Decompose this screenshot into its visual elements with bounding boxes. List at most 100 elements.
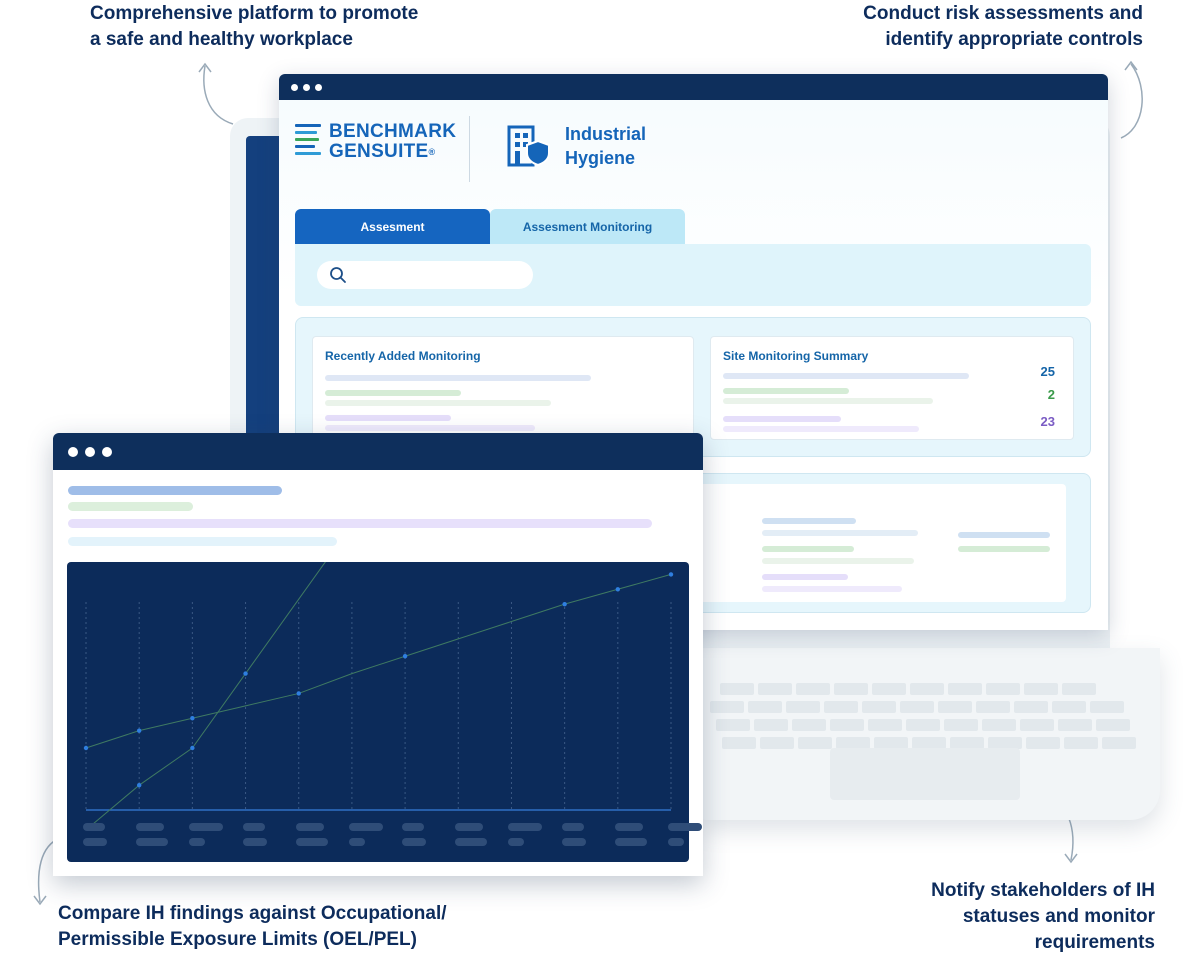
exposure-chart	[67, 524, 702, 862]
x-tick-label-placeholder	[668, 838, 684, 846]
curved-arrow-icon	[1120, 60, 1143, 139]
placeholder-line	[325, 375, 591, 381]
data-point	[615, 587, 621, 592]
placeholder-line	[325, 425, 535, 431]
placeholder-line	[762, 586, 902, 592]
placeholder-line	[68, 537, 337, 546]
placeholder-line	[723, 426, 919, 432]
trackpad	[830, 748, 1020, 800]
window-dot	[291, 83, 298, 91]
callout-line: requirements	[1034, 932, 1155, 953]
search-input[interactable]	[317, 261, 533, 289]
site-summary-title: Site Monitoring Summary	[723, 349, 869, 363]
x-tick-label-placeholder	[508, 838, 525, 846]
window-dot	[85, 446, 95, 457]
x-tick-label-placeholder	[402, 823, 425, 831]
tab-assesment-monitoring[interactable]: Assesment Monitoring	[490, 209, 685, 244]
x-tick-label-placeholder	[189, 838, 206, 846]
callout-line: Comprehensive platform to promote	[90, 3, 419, 24]
placeholder-line	[762, 574, 848, 580]
data-point	[83, 745, 89, 751]
data-point	[562, 601, 567, 607]
data-point	[190, 716, 195, 721]
recently-added-title: Recently Added Monitoring	[325, 349, 481, 363]
brand-line2: GENSUITE	[329, 141, 429, 162]
x-tick-label-placeholder	[614, 838, 647, 846]
series-line-2	[85, 524, 353, 831]
brand-stripes-icon	[295, 124, 321, 159]
recently-added-card[interactable]: Recently Added Monitoring	[312, 336, 694, 440]
callout-line: Compare IH findings against Occupational…	[58, 903, 447, 924]
window-dot	[102, 446, 112, 457]
curved-arrow-icon	[198, 62, 234, 125]
industrial-hygiene-logo: Industrial Hygiene	[507, 122, 646, 170]
brand-mark: ®	[428, 147, 436, 157]
site-monitoring-summary-card[interactable]: Site Monitoring Summary 25 2 23	[710, 336, 1074, 440]
x-tick-label-placeholder	[455, 838, 488, 846]
placeholder-line	[68, 519, 652, 528]
lower-card[interactable]	[696, 484, 1066, 602]
x-tick-label-placeholder	[508, 823, 543, 831]
placeholder-line	[68, 502, 193, 511]
data-point	[243, 671, 248, 676]
x-tick-label-placeholder	[83, 838, 107, 846]
data-point	[296, 691, 301, 696]
search-icon	[330, 267, 346, 283]
placeholder-line	[958, 546, 1050, 552]
x-tick-label-placeholder	[295, 823, 324, 831]
x-tick-label-placeholder	[561, 823, 584, 831]
module-line2: Hygiene	[565, 148, 636, 168]
placeholder-line	[325, 390, 461, 396]
count-total: 25	[1040, 364, 1055, 379]
placeholder-line	[958, 532, 1050, 538]
window-dot	[68, 446, 78, 457]
module-line1: Industrial	[565, 124, 647, 144]
count-purple: 23	[1040, 414, 1055, 429]
x-tick-label-placeholder	[136, 823, 165, 831]
placeholder-line	[762, 530, 918, 536]
placeholder-line	[723, 373, 969, 379]
callout-line: a safe and healthy workplace	[90, 29, 353, 50]
callout-notify: Notify stakeholders of IH statuses and m…	[931, 878, 1155, 956]
x-tick-label-placeholder	[136, 838, 169, 846]
search-panel	[295, 244, 1091, 306]
callout-line: identify appropriate controls	[885, 29, 1143, 50]
placeholder-line	[762, 558, 914, 564]
exposure-chart-window	[53, 433, 703, 876]
x-tick-label-placeholder	[83, 823, 105, 831]
window-dot	[315, 83, 322, 91]
benchmark-gensuite-logo: BENCHMARK GENSUITE®	[295, 122, 456, 162]
placeholder-line	[762, 546, 854, 552]
data-point	[136, 783, 142, 788]
data-point	[402, 654, 408, 659]
x-tick-label-placeholder	[348, 838, 365, 846]
chart-svg	[83, 524, 674, 831]
laptop-keyboard	[700, 648, 1160, 820]
tab-bar: Assesment Assesment Monitoring	[295, 209, 685, 244]
callout-line: statuses and monitor	[962, 906, 1155, 927]
x-tick-label-placeholder	[348, 823, 383, 831]
window-titlebar	[279, 74, 1108, 100]
callout-line: Permissible Exposure Limits (OEL/PEL)	[58, 929, 417, 950]
x-tick-label-placeholder	[295, 838, 328, 846]
x-tick-label-placeholder	[242, 838, 267, 846]
count-green: 2	[1047, 387, 1055, 402]
callout-risk: Conduct risk assessments and identify ap…	[863, 1, 1143, 53]
x-tick-label-placeholder	[242, 823, 265, 831]
window-titlebar	[53, 433, 703, 470]
callout-platform: Comprehensive platform to promote a safe…	[90, 1, 418, 53]
data-point	[190, 745, 195, 751]
x-tick-label-placeholder	[668, 823, 702, 831]
x-tick-label-placeholder	[189, 823, 224, 831]
building-shield-icon	[507, 125, 550, 167]
x-tick-label-placeholder	[561, 838, 586, 846]
brand-line1: BENCHMARK	[329, 121, 457, 142]
placeholder-line	[723, 398, 933, 404]
window-dot	[303, 83, 310, 91]
placeholder-line	[68, 486, 282, 495]
logo-divider	[469, 116, 470, 182]
tab-assesment[interactable]: Assesment	[295, 209, 490, 244]
x-tick-label-placeholder	[402, 838, 427, 846]
x-tick-label-placeholder	[455, 823, 484, 831]
placeholder-line	[723, 388, 849, 394]
